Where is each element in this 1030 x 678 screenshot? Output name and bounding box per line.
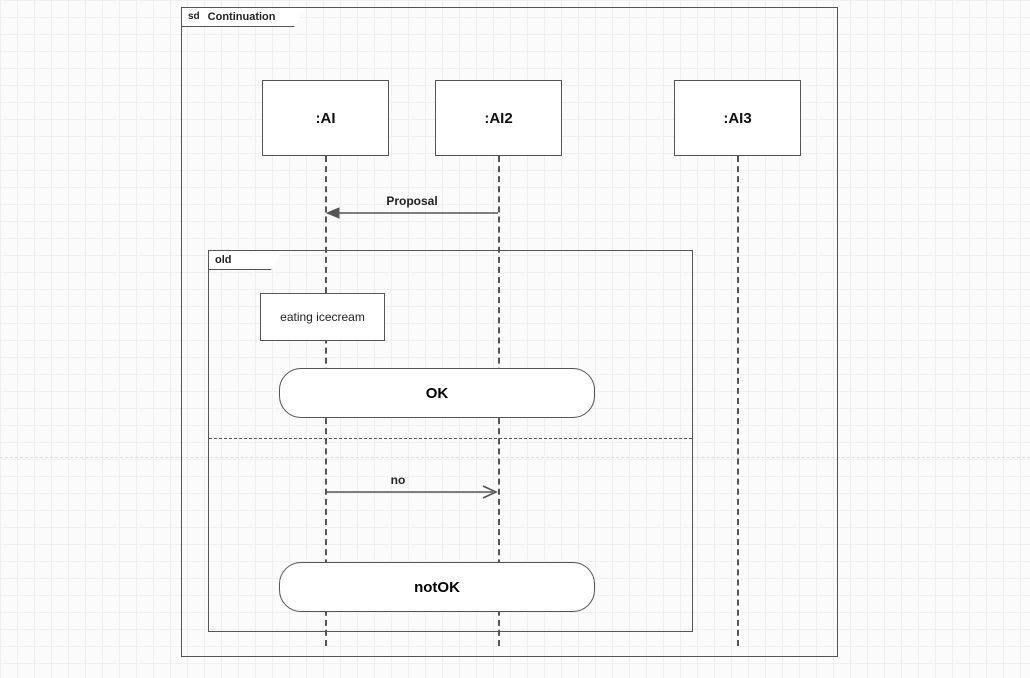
fragment-old-tab: old bbox=[208, 250, 283, 270]
frame-kind-text: sd bbox=[188, 12, 200, 22]
lifeline-label: :AI bbox=[316, 110, 336, 127]
fragment-operator-text: old bbox=[215, 255, 232, 266]
lifeline-head-ai3[interactable]: :AI3 bbox=[674, 80, 801, 156]
lifeline-label: :AI3 bbox=[723, 110, 751, 127]
diagram-stage: sd Continuation :AI :AI2 :AI3 Proposal o… bbox=[0, 0, 1030, 678]
message-no-label: no bbox=[391, 473, 406, 489]
continuation-notok[interactable]: notOK bbox=[279, 562, 595, 612]
state-eating-icecream[interactable]: eating icecream bbox=[260, 293, 385, 341]
continuation-label: notOK bbox=[414, 579, 460, 596]
lifeline-head-ai2[interactable]: :AI2 bbox=[435, 80, 562, 156]
state-label: eating icecream bbox=[280, 310, 365, 324]
continuation-label: OK bbox=[426, 385, 449, 402]
lifeline-ai3 bbox=[737, 156, 739, 646]
message-proposal-label: Proposal bbox=[386, 194, 437, 210]
continuation-ok[interactable]: OK bbox=[279, 368, 595, 418]
lifeline-head-ai[interactable]: :AI bbox=[262, 80, 389, 156]
frame-title-text: Continuation bbox=[208, 12, 276, 23]
fragment-old-divider bbox=[209, 438, 692, 439]
sd-frame-tab: sd Continuation bbox=[181, 7, 306, 27]
lifeline-label: :AI2 bbox=[484, 110, 512, 127]
